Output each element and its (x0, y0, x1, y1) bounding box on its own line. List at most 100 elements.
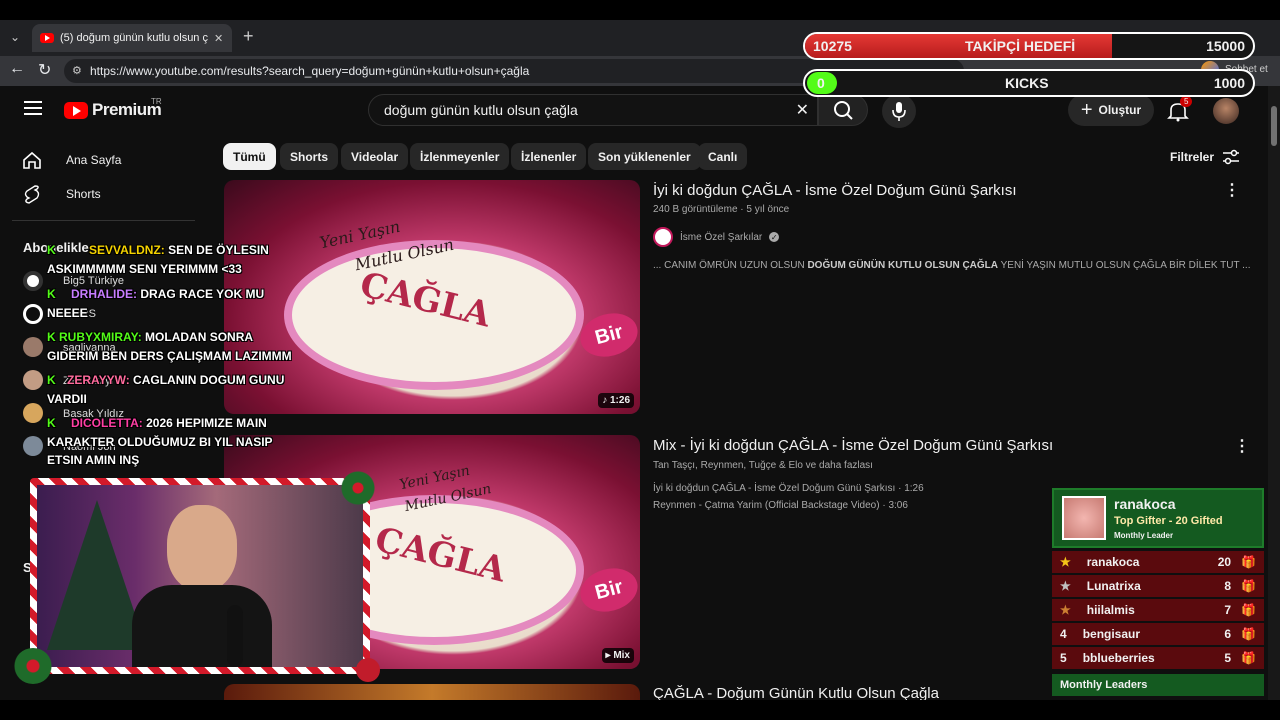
chip-shorts[interactable]: Shorts (280, 143, 339, 170)
silver-star-icon: ★ (1060, 579, 1071, 593)
filters-label: Filtreler (1170, 150, 1215, 164)
subscription-avatar[interactable] (23, 436, 43, 456)
chat-user: ZERAYYW: (67, 373, 130, 387)
follower-goal-label: TAKİPÇİ HEDEFİ (965, 38, 1076, 54)
filters-button[interactable]: Filtreler (1170, 149, 1240, 165)
search-button[interactable] (818, 94, 868, 126)
gift-icon: 🎁 (1241, 555, 1256, 569)
leaderboard-count: 7 (1224, 603, 1232, 617)
mix-item[interactable]: Reynmen - Çatma Yarim (Official Backstag… (653, 500, 908, 511)
youtube-logo[interactable]: Premium (64, 100, 162, 120)
streamer-head (167, 505, 237, 591)
plus-icon: + (1080, 98, 1093, 121)
page-scrollbar[interactable] (1268, 86, 1280, 700)
chip-live[interactable]: Canlı (698, 143, 748, 170)
kick-badge-icon: K (47, 243, 56, 257)
chip-unwatched[interactable]: İzlenmeyenler (410, 143, 510, 170)
leaderboard-count: 5 (1224, 651, 1232, 665)
streamer-body (132, 585, 272, 667)
subscription-avatar[interactable] (23, 304, 43, 324)
more-options-icon[interactable]: ⋮ (1234, 436, 1250, 456)
duration-value: 1:26 (609, 395, 630, 406)
duration-badge: ♪ 1:26 (598, 393, 634, 408)
account-avatar[interactable] (1213, 98, 1239, 124)
more-options-icon[interactable]: ⋮ (1224, 180, 1240, 200)
leaderboard-count: 20 (1217, 555, 1232, 569)
channel-link[interactable]: İsme Özel Şarkılar ✓ (653, 227, 780, 247)
leader-subtitle: Monthly Leader (1114, 531, 1174, 540)
leaderboard-name: ranakoca (1086, 555, 1140, 569)
tab-list-icon[interactable]: ⌄ (10, 30, 20, 44)
kick-badge-icon: K (47, 416, 56, 430)
new-tab-icon[interactable]: + (243, 26, 254, 47)
notifications-button[interactable]: 5 (1166, 96, 1193, 123)
leaderboard-name: hiilalmis (1086, 603, 1135, 617)
back-icon[interactable]: ← (9, 60, 25, 78)
create-button[interactable]: + Oluştur (1068, 94, 1154, 126)
browser-tab[interactable]: (5) doğum günün kutlu olsun çağl ✕ (32, 24, 232, 52)
voice-search-button[interactable] (882, 94, 916, 128)
reload-icon[interactable]: ↻ (38, 60, 51, 80)
chat-message-cont: NEEEE (47, 306, 88, 320)
microphone-icon (892, 102, 906, 121)
kicks-current: 0 (817, 75, 825, 91)
channel-name: İsme Özel Şarkılar (680, 231, 763, 243)
create-label: Oluştur (1098, 103, 1142, 117)
chat-message: K SEVVALDNZ: SEN DE ÖYLESIN (47, 243, 269, 257)
video-title[interactable]: İyi ki doğdun ÇAĞLA - İsme Özel Doğum Gü… (653, 182, 1017, 199)
chip-videos[interactable]: Videolar (341, 143, 409, 170)
chat-message: K ZERAYYW: CAGLANIN DOGUM GUNU (47, 373, 284, 387)
subscription-avatar[interactable] (23, 370, 43, 390)
leaderboard-rank: 4 (1060, 627, 1067, 641)
chat-text: MOLADAN SONRA (145, 330, 254, 344)
chip-watched[interactable]: İzlenenler (511, 143, 587, 170)
music-note-icon: ♪ (602, 395, 610, 406)
leaderboard-name: bblueberries (1082, 651, 1155, 665)
leader-title: Top Gifter - 20 Gifted (1114, 515, 1223, 527)
url-text: https://www.youtube.com/results?search_q… (90, 64, 530, 78)
chat-text: 2026 HEPIMIZE MAIN (146, 416, 267, 430)
mix-title[interactable]: Mix - İyi ki doğdun ÇAĞLA - İsme Özel Do… (653, 437, 1053, 454)
chat-text: CAGLANIN DOGUM GUNU (133, 373, 285, 387)
leaderboard-row: 4 bengisaur 6 🎁 (1052, 623, 1264, 645)
webcam-frame (30, 478, 370, 674)
search-input[interactable]: doğum günün kutlu olsun çağla ✕ (368, 94, 818, 126)
leaderboard-row: ★ hiilalmis 7 🎁 (1052, 599, 1264, 621)
close-tab-icon[interactable]: ✕ (214, 32, 223, 45)
chip-all[interactable]: Tümü (223, 143, 276, 170)
desc-highlight: DOĞUM GÜNÜN KUTLU OLSUN ÇAĞLA (807, 260, 998, 271)
chat-message: K RUBYXMIRAY: MOLADAN SONRA (47, 330, 253, 344)
video-description: ... CANIM ÖMRÜN UZUN OLSUN DOĞUM GÜNÜN K… (653, 260, 1250, 271)
mix-artists: Tan Taşçı, Reynmen, Tuğçe & Elo ve daha … (653, 460, 873, 471)
tab-title: (5) doğum günün kutlu olsun çağl (60, 32, 208, 44)
leaderboard-row: 5 bblueberries 5 🎁 (1052, 647, 1264, 669)
video-thumbnail[interactable]: Yeni Yaşın Mutlu Olsun ÇAĞLA Bir ♪ 1:26 (224, 180, 640, 414)
subscription-channel[interactable]: Big5 Türkiye (63, 275, 124, 287)
chat-user: DRHALIDE: (71, 287, 138, 301)
clear-search-icon[interactable]: ✕ (796, 100, 809, 120)
mix-badge: ▸ Mix (601, 648, 634, 663)
chat-user: RUBYXMIRAY: (59, 330, 142, 344)
kicks-goal-target: 1000 (1213, 75, 1245, 91)
chip-recently-uploaded[interactable]: Son yüklenenler (588, 143, 701, 170)
shorts-icon (24, 185, 40, 204)
menu-icon[interactable] (24, 101, 42, 115)
chat-message-cont: ETSIN AMIN INŞ (47, 453, 140, 467)
home-icon (23, 151, 41, 169)
subscription-avatar[interactable] (23, 271, 43, 291)
sidebar-item-shorts[interactable]: Shorts (22, 184, 101, 204)
chat-message: K DRHALIDE: DRAG RACE YOK MU (47, 287, 264, 301)
mix-item[interactable]: İyi ki doğdun ÇAĞLA - İsme Özel Doğum Gü… (653, 483, 924, 494)
video-thumbnail[interactable] (224, 684, 640, 700)
gift-icon: 🎁 (1241, 627, 1256, 641)
region-code: TR (151, 97, 162, 106)
subscription-avatar[interactable] (23, 403, 43, 423)
microphone (227, 605, 243, 667)
leaderboard-row: ★ Lunatrixa 8 🎁 (1052, 575, 1264, 597)
subscription-avatar[interactable] (23, 337, 43, 357)
sidebar-item-home[interactable]: Ana Sayfa (22, 151, 121, 169)
chat-text: SEN DE ÖYLESIN (168, 243, 269, 257)
kick-badge-icon: K (47, 373, 56, 387)
site-info-icon[interactable]: ⚙ (72, 64, 82, 77)
leaderboard-rank: 5 (1060, 651, 1067, 665)
